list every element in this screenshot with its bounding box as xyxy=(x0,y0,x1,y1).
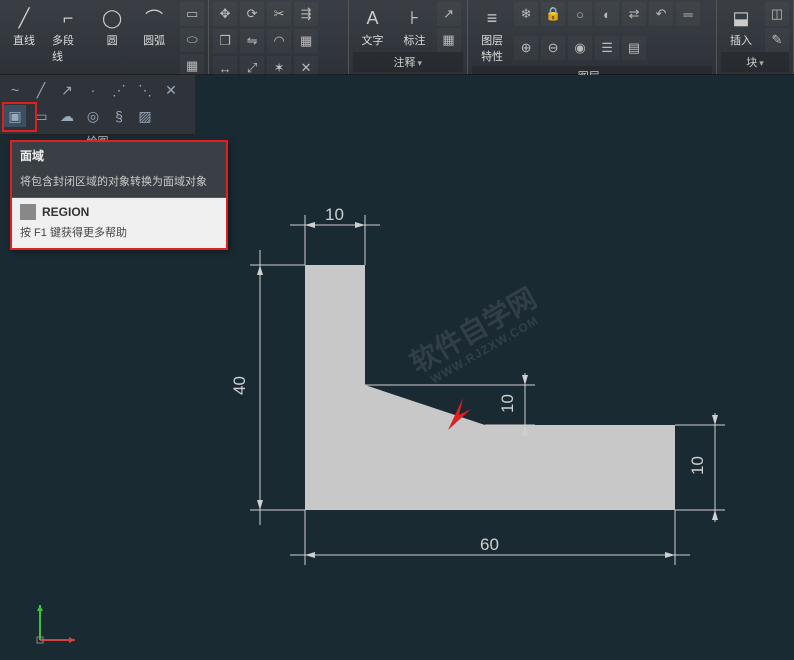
ray-icon[interactable]: ↗ xyxy=(56,79,78,101)
dim-tool[interactable]: ⊦ 标注 xyxy=(395,2,435,52)
dim-left-height: 40 xyxy=(230,250,305,525)
move-icon[interactable]: ✥ xyxy=(213,2,237,26)
measure-icon[interactable]: ⋱ xyxy=(134,79,156,101)
block-title[interactable]: 块 xyxy=(746,57,764,69)
layer-icon: ≡ xyxy=(478,4,506,32)
dim-left-value: 40 xyxy=(230,376,249,395)
dim-label: 标注 xyxy=(404,32,426,48)
text-label: 文字 xyxy=(362,32,384,48)
ellipse-icon[interactable]: ⬭ xyxy=(180,28,204,52)
arc-label: 圆弧 xyxy=(143,32,165,48)
revcloud-icon[interactable]: ☁ xyxy=(56,105,78,127)
arc-icon: ⌒ xyxy=(140,4,168,32)
insert-label: 插入 xyxy=(730,32,752,48)
create-icon[interactable]: ◫ xyxy=(765,2,789,26)
freeze-icon[interactable]: ❄ xyxy=(514,2,538,26)
lw-icon[interactable]: ═ xyxy=(676,2,700,26)
divide-icon[interactable]: ⋰ xyxy=(108,79,130,101)
multi-icon[interactable]: ✕ xyxy=(160,79,182,101)
boundary-icon[interactable]: ▨ xyxy=(134,105,156,127)
layerprops-tool[interactable]: ≡ 图层 特性 xyxy=(472,2,512,66)
dim-right-height: 10 xyxy=(675,413,725,522)
panel-annotate: A 文字 ⊦ 标注 ↗ ▦ 注释 xyxy=(349,0,469,74)
tooltip-command-row: REGION xyxy=(12,198,226,222)
panel-draw: ╱ 直线 ⌐ 多段线 ◯ 圆 ⌒ 圆弧 ▭ ⬭ ▦ xyxy=(0,0,209,74)
del-icon[interactable]: ⊖ xyxy=(541,36,565,60)
cur-icon[interactable]: ◉ xyxy=(568,36,592,60)
polyline-tool[interactable]: ⌐ 多段线 xyxy=(46,2,90,78)
offset-icon[interactable]: ⇶ xyxy=(294,2,318,26)
drawing-svg: 10 40 10 10 xyxy=(195,75,794,660)
ucs-icon xyxy=(25,595,85,655)
copy-icon[interactable]: ❐ xyxy=(213,29,237,53)
circle-tool[interactable]: ◯ 圆 xyxy=(92,2,132,78)
off-icon[interactable]: ○ xyxy=(568,2,592,26)
region-tool[interactable]: ▣ xyxy=(4,105,26,127)
dim-bottom-value: 60 xyxy=(480,535,499,554)
insert-tool[interactable]: ⬓ 插入 xyxy=(721,2,761,52)
l-shape-region xyxy=(305,265,675,510)
tooltip-title: 面域 xyxy=(12,142,226,169)
table-icon[interactable]: ▦ xyxy=(437,28,461,52)
region-cmd-icon xyxy=(20,204,36,220)
draw-subpanel: ~ ╱ ↗ · ⋰ ⋱ ✕ ▣ ▭ ☁ ◎ § ▨ 绘图 xyxy=(0,75,195,135)
polyline-label: 多段线 xyxy=(52,32,84,64)
circle-label: 圆 xyxy=(107,32,118,48)
mirror-icon[interactable]: ⇋ xyxy=(240,29,264,53)
iso-icon[interactable]: ◐ xyxy=(595,2,619,26)
state-icon[interactable]: ▤ xyxy=(622,36,646,60)
text-icon: A xyxy=(359,4,387,32)
prev-icon[interactable]: ↶ xyxy=(649,2,673,26)
dim-icon: ⊦ xyxy=(401,4,429,32)
panel-modify: ✥ ⟳ ✂ ⇶ ❐ ⇋ ◠ ▦ ↔ ⤢ ✶ ✕ 修改 xyxy=(209,0,348,74)
annotate-title[interactable]: 注释 xyxy=(394,57,423,69)
array-icon[interactable]: ▦ xyxy=(294,29,318,53)
tooltip-command: REGION xyxy=(42,205,89,219)
tooltip-desc: 将包含封闭区域的对象转换为面域对象 xyxy=(12,169,226,198)
panel-layer: ≡ 图层 特性 ❄ 🔒 ○ ◐ ⇄ ↶ ═ ⊕ ⊖ ◉ ☰ ▤ 图层 xyxy=(468,0,717,74)
ribbon: ╱ 直线 ⌐ 多段线 ◯ 圆 ⌒ 圆弧 ▭ ⬭ ▦ ✥ xyxy=(0,0,794,75)
dim-bottom-width: 60 xyxy=(290,510,690,565)
rect-icon[interactable]: ▭ xyxy=(180,2,204,26)
spline-icon[interactable]: ~ xyxy=(4,79,26,101)
region-tooltip: 面域 将包含封闭区域的对象转换为面域对象 REGION 按 F1 键获得更多帮助 xyxy=(10,140,228,250)
fillet-icon[interactable]: ◠ xyxy=(267,29,291,53)
dim-top-width: 10 xyxy=(290,205,380,265)
helix-icon[interactable]: § xyxy=(108,105,130,127)
line-tool[interactable]: ╱ 直线 xyxy=(4,2,44,78)
donut-icon[interactable]: ◎ xyxy=(82,105,104,127)
lock-icon[interactable]: 🔒 xyxy=(541,2,565,26)
xline-icon[interactable]: ╱ xyxy=(30,79,52,101)
rotate-icon[interactable]: ⟳ xyxy=(240,2,264,26)
tooltip-help: 按 F1 键获得更多帮助 xyxy=(12,222,226,248)
circle-icon: ◯ xyxy=(98,4,126,32)
arc-tool[interactable]: ⌒ 圆弧 xyxy=(134,2,174,78)
text-tool[interactable]: A 文字 xyxy=(353,2,393,52)
dim-top-value: 10 xyxy=(325,205,344,224)
line-label: 直线 xyxy=(13,32,35,48)
line-icon: ╱ xyxy=(10,4,38,32)
walk-icon[interactable]: ☰ xyxy=(595,36,619,60)
edit-icon[interactable]: ✎ xyxy=(765,28,789,52)
point-icon[interactable]: · xyxy=(82,79,104,101)
merge-icon[interactable]: ⊕ xyxy=(514,36,538,60)
dim-mid-value: 10 xyxy=(498,394,517,413)
match-icon[interactable]: ⇄ xyxy=(622,2,646,26)
polyline-icon: ⌐ xyxy=(54,4,82,32)
drawing-canvas[interactable]: 10 40 10 10 xyxy=(195,75,794,660)
insert-icon: ⬓ xyxy=(727,4,755,32)
leader-icon[interactable]: ↗ xyxy=(437,2,461,26)
wipeout-icon[interactable]: ▭ xyxy=(30,105,52,127)
trim-icon[interactable]: ✂ xyxy=(267,2,291,26)
panel-block: ⬓ 插入 ◫ ✎ 块 xyxy=(717,0,794,74)
dim-right-value: 10 xyxy=(688,456,707,475)
layerprops-label: 图层 特性 xyxy=(481,32,503,64)
